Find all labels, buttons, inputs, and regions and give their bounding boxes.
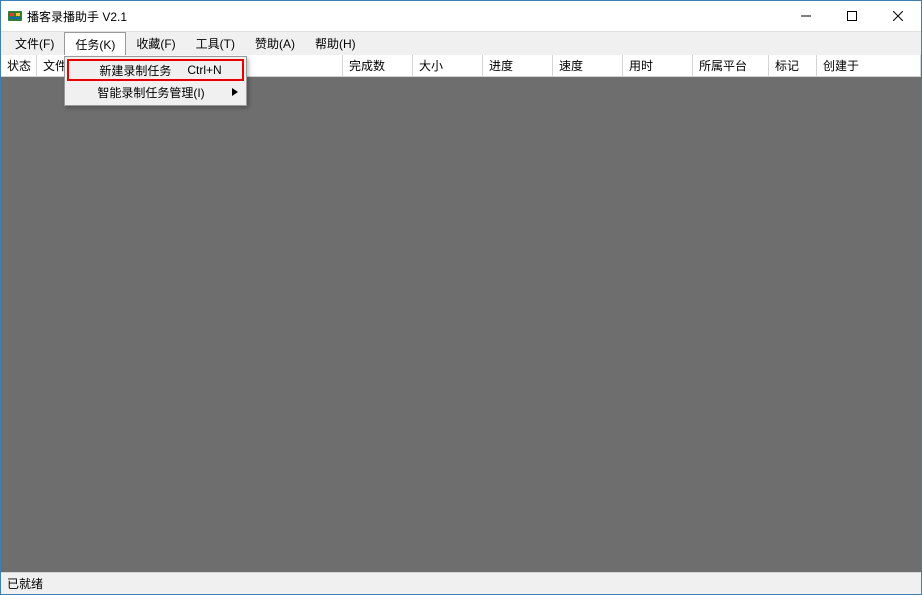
close-button[interactable] <box>875 1 921 31</box>
col-size[interactable]: 大小 <box>413 55 483 76</box>
menu-file[interactable]: 文件(F) <box>5 32 64 55</box>
menu-favorites[interactable]: 收藏(F) <box>126 32 185 55</box>
col-completed[interactable]: 完成数 <box>343 55 413 76</box>
menubar: 文件(F) 任务(K) 新建录制任务 Ctrl+N 智能录制任务管理(I) 收藏… <box>1 31 921 55</box>
menu-smart-record-manage[interactable]: 智能录制任务管理(I) <box>67 81 243 103</box>
col-tag[interactable]: 标记 <box>769 55 817 76</box>
menu-new-record-task[interactable]: 新建录制任务 Ctrl+N <box>67 59 243 81</box>
menu-task[interactable]: 任务(K) 新建录制任务 Ctrl+N 智能录制任务管理(I) <box>64 32 126 55</box>
app-icon <box>7 8 23 24</box>
col-status[interactable]: 状态 <box>1 55 37 76</box>
col-elapsed[interactable]: 用时 <box>623 55 693 76</box>
col-speed[interactable]: 速度 <box>553 55 623 76</box>
task-list-area <box>1 77 921 572</box>
window-controls <box>783 1 921 31</box>
task-dropdown: 新建录制任务 Ctrl+N 智能录制任务管理(I) <box>64 56 246 106</box>
maximize-button[interactable] <box>829 1 875 31</box>
col-progress[interactable]: 进度 <box>483 55 553 76</box>
statusbar: 已就绪 <box>1 572 921 594</box>
window-title: 播客录播助手 V2.1 <box>27 8 783 25</box>
menu-sponsor[interactable]: 赞助(A) <box>245 32 305 55</box>
col-platform[interactable]: 所属平台 <box>693 55 769 76</box>
status-text: 已就绪 <box>7 575 43 592</box>
col-created[interactable]: 创建于 <box>817 55 921 76</box>
titlebar: 播客录播助手 V2.1 <box>1 1 921 31</box>
menu-tools[interactable]: 工具(T) <box>186 32 245 55</box>
minimize-button[interactable] <box>783 1 829 31</box>
menu-help[interactable]: 帮助(H) <box>305 32 366 55</box>
submenu-arrow-icon <box>232 85 238 99</box>
